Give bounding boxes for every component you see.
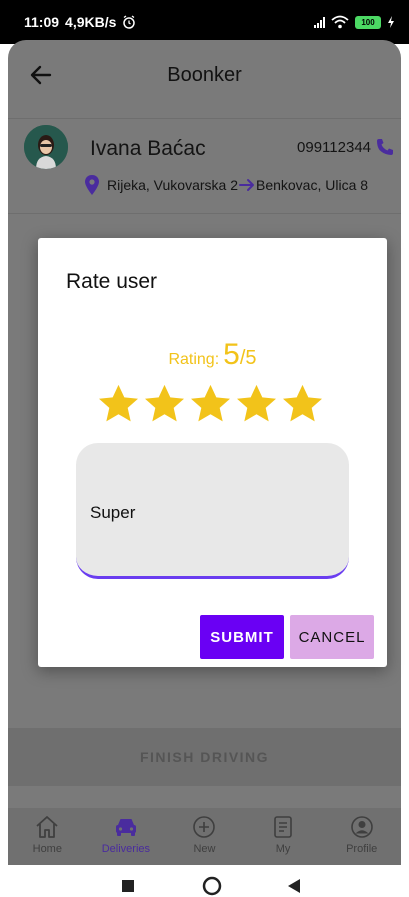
cancel-button[interactable]: CANCEL bbox=[290, 615, 374, 659]
car-icon bbox=[115, 819, 136, 836]
avatar bbox=[24, 125, 68, 169]
dialog-title: Rate user bbox=[66, 270, 158, 293]
contact-name: Ivana Baćac bbox=[90, 137, 206, 160]
contact-card: Ivana Baćac 099112344 Rijeka, Vukovarska… bbox=[8, 118, 401, 214]
status-time: 11:09 bbox=[24, 14, 60, 30]
rate-user-dialog: Rate user Rating: 5/5 Super SUBMIT CANCEL bbox=[38, 238, 387, 667]
star-icon[interactable] bbox=[188, 382, 233, 427]
system-nav-bar bbox=[0, 865, 409, 897]
star-icon[interactable] bbox=[96, 382, 141, 427]
route-to: Benkovac, Ulica 8 bbox=[255, 177, 369, 193]
location-pin-icon bbox=[85, 175, 99, 195]
nav-item-new[interactable]: New bbox=[165, 808, 244, 865]
add-circle-icon bbox=[193, 816, 216, 838]
status-bar: 11:09 4,9KB/s 100 bbox=[0, 0, 409, 44]
nav-label: Deliveries bbox=[101, 843, 151, 855]
wifi-icon bbox=[331, 15, 349, 29]
battery-icon: 100 bbox=[355, 15, 381, 29]
status-speed: 4,9KB/s bbox=[65, 14, 117, 30]
recents-icon[interactable] bbox=[121, 879, 135, 893]
status-left: 11:09 4,9KB/s bbox=[24, 14, 136, 30]
nav-label: Home bbox=[32, 843, 62, 855]
nav-item-profile[interactable]: Profile bbox=[322, 808, 401, 865]
contact-phone[interactable]: 099112344 bbox=[297, 139, 371, 156]
nav-label: Profile bbox=[346, 843, 378, 855]
route: Rijeka, Vukovarska 2 Benkovac, Ulica 8 bbox=[84, 175, 368, 195]
comment-text: Super bbox=[90, 503, 136, 522]
nav-label: New bbox=[193, 843, 216, 855]
home-circle-icon[interactable] bbox=[202, 876, 222, 896]
page-title: Boonker bbox=[167, 63, 242, 86]
signal-icon bbox=[314, 16, 325, 28]
rating-display: Rating: 5/5 bbox=[38, 338, 387, 372]
nav-item-my[interactable]: My bbox=[244, 808, 323, 865]
nav-item-deliveries[interactable]: Deliveries bbox=[87, 808, 166, 865]
back-arrow-icon[interactable] bbox=[28, 62, 54, 88]
rating-value: 5 bbox=[223, 338, 240, 371]
star-icon[interactable] bbox=[142, 382, 187, 427]
bottom-nav: Home Deliveries New My Profile bbox=[8, 808, 401, 865]
star-icon[interactable] bbox=[280, 382, 325, 427]
profile-icon bbox=[350, 816, 373, 838]
finish-driving-button[interactable]: FINISH DRIVING bbox=[8, 728, 401, 786]
star-icon[interactable] bbox=[234, 382, 279, 427]
comment-input[interactable]: Super bbox=[76, 443, 349, 579]
back-triangle-icon[interactable] bbox=[287, 878, 301, 894]
avatar-image bbox=[24, 125, 68, 169]
nav-item-home[interactable]: Home bbox=[8, 808, 87, 865]
charging-icon bbox=[388, 16, 394, 28]
phone-icon[interactable] bbox=[375, 137, 395, 157]
rating-label: Rating: bbox=[168, 351, 220, 368]
arrow-right-icon bbox=[238, 179, 254, 191]
alarm-icon bbox=[123, 15, 136, 29]
star-rating[interactable] bbox=[96, 382, 325, 427]
nav-label: My bbox=[275, 843, 291, 855]
rating-max: /5 bbox=[239, 347, 257, 369]
home-icon bbox=[36, 816, 58, 838]
status-right: 100 bbox=[314, 15, 395, 29]
submit-button[interactable]: SUBMIT bbox=[200, 615, 284, 659]
route-from: Rijeka, Vukovarska 2 bbox=[107, 177, 238, 193]
document-icon bbox=[274, 816, 292, 838]
app-bar: Boonker bbox=[8, 40, 401, 110]
